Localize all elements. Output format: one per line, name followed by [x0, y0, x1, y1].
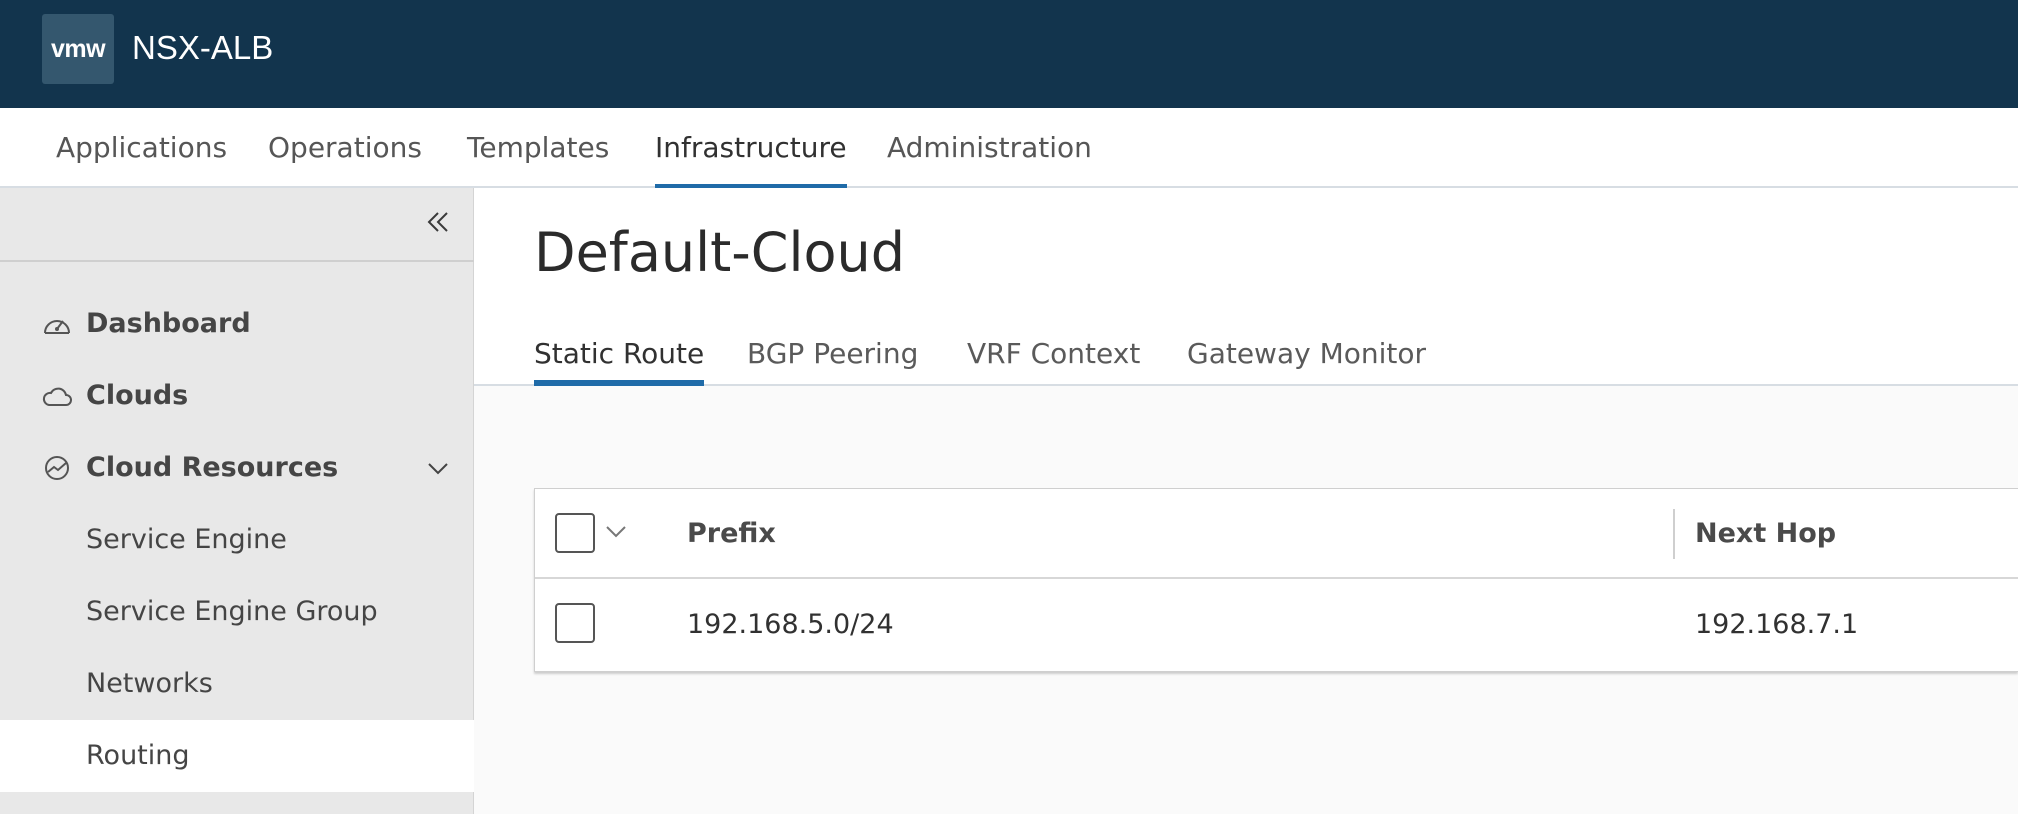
top-header: vmw NSX-ALB — [0, 0, 2018, 108]
sidebar-item-service-engine-group[interactable]: Service Engine Group — [0, 576, 474, 648]
sidebar: Dashboard Clouds Cloud Resources Service… — [0, 188, 474, 814]
sidebar-item-label: Networks — [86, 668, 213, 699]
select-all-checkbox[interactable] — [555, 513, 595, 553]
table-row[interactable]: 192.168.5.0/24 192.168.7.1 — [535, 579, 2018, 671]
collapse-sidebar-button[interactable] — [418, 202, 458, 242]
dashboard-gauge-icon — [44, 320, 70, 334]
page-title: Default-Cloud — [534, 221, 906, 284]
sidebar-item-networks[interactable]: Networks — [0, 648, 474, 720]
main-content: Default-Cloud Static Route BGP Peering V… — [474, 188, 2018, 814]
sidebar-toolbar — [0, 188, 474, 262]
column-header-prefix[interactable]: Prefix — [687, 489, 776, 579]
sidebar-item-label: Clouds — [86, 380, 189, 411]
sidebar-item-label: Cloud Resources — [86, 452, 339, 483]
app-title: NSX-ALB — [132, 29, 274, 66]
tab-applications[interactable]: Applications — [56, 108, 227, 188]
tab-static-route[interactable]: Static Route — [534, 324, 705, 386]
column-header-next-hop[interactable]: Next Hop — [1695, 489, 1836, 579]
tab-vrf-context[interactable]: VRF Context — [967, 324, 1140, 384]
double-chevron-left-icon — [427, 212, 448, 232]
static-route-table: Prefix Next Hop 192.168.5.0/24 192.168.7… — [534, 488, 2018, 672]
sidebar-item-service-engine[interactable]: Service Engine — [0, 504, 474, 576]
sidebar-item-label: Service Engine Group — [86, 596, 378, 627]
tab-gateway-monitor[interactable]: Gateway Monitor — [1187, 324, 1426, 384]
sidebar-item-label: Dashboard — [86, 308, 251, 339]
tab-templates[interactable]: Templates — [467, 108, 609, 188]
chevron-down-icon[interactable] — [424, 456, 452, 480]
row-checkbox[interactable] — [555, 603, 595, 643]
next-hop-cell: 192.168.7.1 — [1695, 609, 1859, 640]
cloud-icon — [42, 387, 72, 406]
cloud-resources-icon — [45, 456, 69, 480]
vmware-logo[interactable]: vmw — [42, 14, 114, 84]
sidebar-item-routing[interactable]: Routing — [0, 720, 474, 792]
prefix-cell: 192.168.5.0/24 — [687, 609, 894, 640]
tab-administration[interactable]: Administration — [887, 108, 1092, 188]
sidebar-item-label: Routing — [86, 740, 190, 771]
column-resize-handle[interactable] — [1673, 509, 1675, 559]
table-header: Prefix Next Hop — [535, 489, 2018, 579]
tab-infrastructure[interactable]: Infrastructure — [655, 108, 847, 190]
chevron-down-icon[interactable] — [603, 521, 629, 543]
sidebar-item-cloud-resources[interactable]: Cloud Resources — [0, 432, 474, 504]
tab-bgp-peering[interactable]: BGP Peering — [747, 324, 918, 384]
sidebar-item-label: Service Engine — [86, 524, 287, 555]
tab-operations[interactable]: Operations — [268, 108, 422, 188]
sidebar-item-clouds[interactable]: Clouds — [0, 360, 474, 432]
content-header: Default-Cloud Static Route BGP Peering V… — [474, 188, 2018, 386]
main-nav: Applications Operations Templates Infras… — [0, 108, 2018, 190]
sidebar-item-dashboard[interactable]: Dashboard — [0, 288, 474, 360]
